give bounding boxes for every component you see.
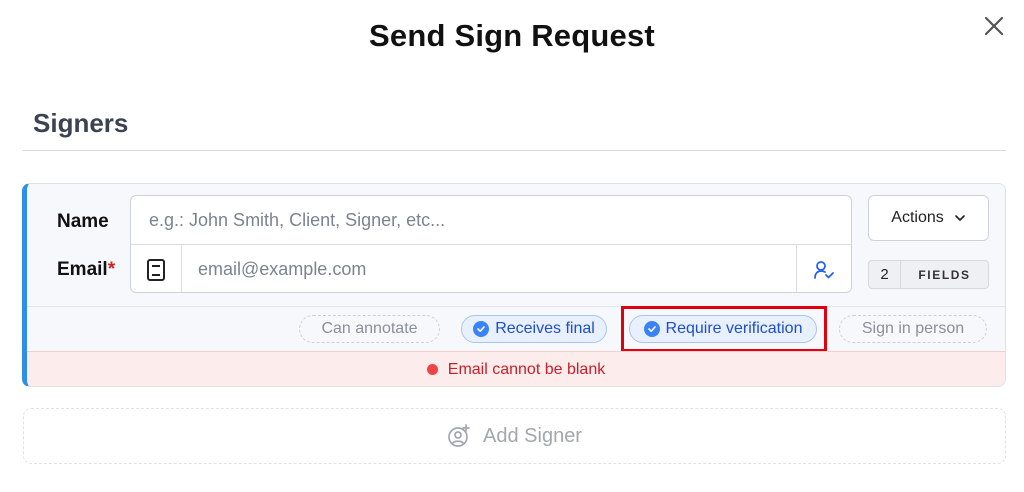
section-divider	[23, 150, 1006, 151]
option-sign-in-person[interactable]: Sign in person	[839, 315, 987, 343]
contact-button[interactable]	[796, 245, 851, 292]
actions-label: Actions	[891, 209, 944, 226]
signer-card: Name Email* Actions 2 FIELDS	[22, 183, 1006, 387]
highlight-box	[621, 306, 827, 352]
name-input[interactable]	[131, 196, 851, 245]
section-title: Signers	[33, 108, 129, 138]
email-input[interactable]	[182, 245, 797, 292]
required-mark: *	[107, 259, 116, 280]
name-label: Name	[57, 211, 109, 232]
address-book-button[interactable]	[131, 245, 182, 292]
add-signer-label: Add Signer	[483, 424, 582, 447]
signer-inputs	[130, 195, 852, 293]
user-check-icon	[814, 260, 834, 279]
check-circle-icon	[473, 321, 490, 337]
error-dot-icon	[426, 364, 438, 375]
option-can-annotate[interactable]: Can annotate	[299, 315, 440, 343]
card-divider	[27, 306, 1005, 307]
address-book-icon	[147, 258, 165, 281]
fields-label: FIELDS	[918, 267, 971, 282]
option-receives-final[interactable]: Receives final	[461, 315, 607, 343]
signer-options: Can annotate Receives final Require veri…	[27, 312, 1005, 346]
add-signer-button[interactable]: Add Signer	[23, 408, 1006, 464]
error-message-bar: Email cannot be blank	[27, 351, 1005, 386]
dialog-title: Send Sign Request	[369, 18, 655, 53]
fields-count: 2	[869, 261, 901, 288]
add-user-icon	[448, 424, 470, 447]
close-icon[interactable]	[982, 14, 1006, 38]
email-label: Email*	[57, 259, 116, 280]
fields-badge[interactable]: 2 FIELDS	[868, 260, 989, 289]
actions-dropdown[interactable]: Actions	[868, 195, 989, 241]
chevron-down-icon	[954, 215, 965, 221]
error-message: Email cannot be blank	[447, 360, 606, 378]
